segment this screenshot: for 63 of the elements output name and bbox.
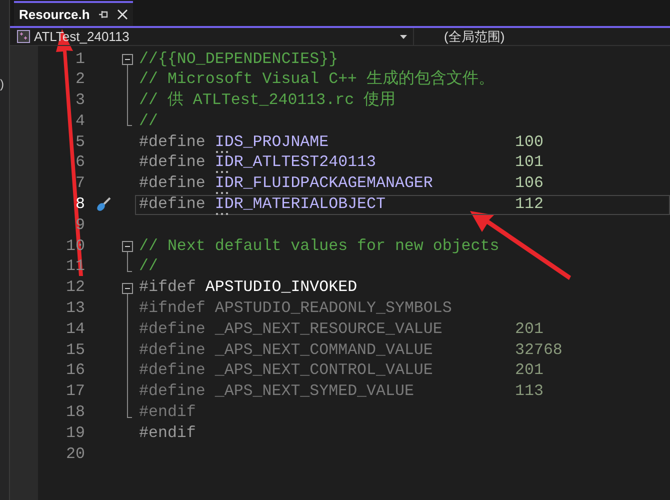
line-number: 13 [65,301,85,317]
code-token: 113 [515,384,544,400]
collapse-icon[interactable] [122,241,133,252]
line-number: 16 [65,363,85,380]
code-token: _APS_NEXT_SYMED_VALUE [214,382,414,400]
code-token: 112 [515,197,544,213]
close-icon[interactable] [116,9,128,20]
code-token: _APS_NEXT_CONTROL_VALUE [214,361,433,380]
text-fragment: ) [0,78,4,90]
caret-icon [400,34,407,38]
line-number: 18 [65,405,85,421]
code-token: #ifdef [139,278,196,296]
code-token: 101 [515,155,544,172]
line-number: 5 [74,134,85,150]
line-number: 7 [74,176,85,192]
line-number: 2 [74,72,85,88]
code-token: #define [139,320,206,338]
code-token: _APS_NEXT_RESOURCE_VALUE [214,320,442,338]
line-number: 17 [65,384,85,400]
pin-icon[interactable] [98,9,109,20]
code-token: APSTUDIO_INVOKED [205,278,358,296]
code-token: #endif [139,403,196,422]
line-number: 14 [65,322,85,338]
collapse-icon[interactable] [122,282,133,294]
collapse-icon[interactable] [122,54,133,65]
line-number: 12 [65,280,85,296]
line-number: 1 [74,52,85,68]
editor-tab[interactable]: Resource.h [14,1,133,26]
code-comment: // [139,112,158,130]
code-comment: // Next default values for new objects [139,236,500,255]
line-number: 20 [65,446,85,462]
code-token: 106 [515,176,544,192]
line-number: 6 [74,155,85,172]
code-token: IDS_PROJNAME [214,132,329,151]
code-token: 100 [515,134,544,150]
code-token: IDR_FLUIDPACKAGEMANAGER [214,174,433,192]
code-comment: // 供 ATLTest_240113.rc 使用 [139,91,396,110]
code-token: 201 [515,322,544,338]
code-token: IDR_MATERIALOBJECT [214,195,386,214]
code-token: 32768 [515,342,562,358]
code-comment: // [139,257,158,276]
code-token: #define [139,382,206,400]
code-token: #ifndef [139,299,206,318]
screwdriver-icon[interactable] [94,196,112,214]
project-icon [17,30,30,43]
line-number: 3 [74,93,85,109]
code-token: _APS_NEXT_COMMAND_VALUE [214,340,433,359]
code-token: #define [139,132,206,151]
code-token: #endif [139,424,196,442]
line-number: 15 [65,342,85,358]
code-token: 201 [515,363,544,380]
code-token: #define [139,174,206,192]
code-token: #define [139,153,206,172]
code-token: #define [139,361,206,380]
code-token: #define [139,195,206,214]
code-token: #define [139,340,206,359]
line-number: 19 [65,426,85,442]
code-token: IDR_ATLTEST240113 [214,153,376,172]
code-comment: //{{NO_DEPENDENCIES}} [139,50,338,68]
code-token: APSTUDIO_READONLY_SYMBOLS [214,299,452,318]
scope-dropdown[interactable]: (全局范围) [444,26,505,46]
code-comment: // Microsoft Visual C++ 生成的包含文件。 [139,70,495,88]
line-number: 4 [74,114,85,130]
